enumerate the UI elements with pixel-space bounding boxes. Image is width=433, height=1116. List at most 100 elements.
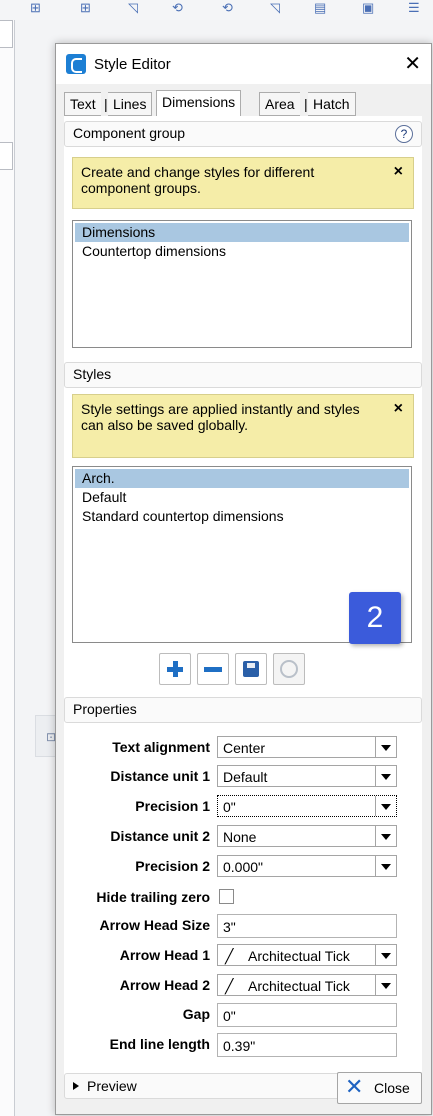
tab-lines[interactable]: Lines (108, 92, 153, 116)
field-value: 0.39" (223, 1038, 256, 1054)
info-text: Style settings are applied instantly and… (81, 401, 360, 433)
field-label: Gap (182, 1006, 210, 1022)
gap-input[interactable]: 0" (217, 1003, 397, 1027)
precision-2-row: Precision 2 0.000" (64, 855, 422, 879)
list-item[interactable]: Default (75, 488, 409, 507)
field-value: 0" (223, 799, 236, 815)
field-label: Distance unit 2 (110, 828, 210, 844)
toolbar-icon: ⊞ (80, 0, 91, 15)
remove-style-button[interactable] (197, 653, 229, 685)
field-value: Center (223, 740, 266, 756)
precision-2-select[interactable]: 0.000" (217, 855, 397, 877)
chevron-down-icon[interactable] (375, 945, 396, 965)
remove-icon (204, 667, 222, 672)
list-item[interactable]: Countertop dimensions (75, 242, 409, 261)
styles-info: Style settings are applied instantly and… (72, 394, 414, 458)
chevron-down-icon[interactable] (375, 766, 396, 786)
field-label: Arrow Head Size (99, 917, 210, 933)
dismiss-info-icon[interactable]: × (394, 164, 403, 180)
style-editor-dialog: Style Editor ✕ Text | Lines Dimensions A… (55, 43, 432, 1115)
background-left-button (0, 142, 13, 170)
distance-unit-2-row: Distance unit 2 None (64, 825, 422, 849)
list-item[interactable]: Standard countertop dimensions (75, 507, 409, 526)
toolbar-icon: ⊞ (30, 0, 41, 15)
section-title: Component group (73, 125, 186, 141)
save-global-button[interactable] (273, 653, 305, 685)
tab-hatch[interactable]: Hatch (308, 92, 356, 116)
field-value: Default (223, 769, 268, 785)
toolbar-icon: ⟲ (222, 0, 233, 15)
toolbar-icon: ◹ (128, 0, 138, 15)
styles-header: Styles (64, 362, 422, 388)
arrow-head-1-select[interactable]: ╱ Architectual Tick (217, 944, 397, 966)
section-title: Styles (73, 366, 112, 382)
dialog-title: Style Editor (94, 56, 171, 73)
arrow-head-size-input[interactable]: 3" (217, 914, 397, 938)
toolbar-icon: ☰ (408, 0, 420, 15)
field-label: Hide trailing zero (96, 889, 210, 905)
end-line-length-row: End line length 0.39" (64, 1033, 422, 1057)
precision-1-select[interactable]: 0" (217, 795, 397, 817)
distance-unit-2-select[interactable]: None (217, 825, 397, 847)
save-style-button[interactable] (235, 653, 267, 685)
toolbar-icon: ⟲ (172, 0, 183, 15)
tab-label: Hatch (313, 96, 350, 112)
field-label: Distance unit 1 (110, 768, 210, 784)
tab-text[interactable]: Text (64, 92, 101, 116)
tab-area[interactable]: Area (259, 92, 300, 116)
arrow-head-2-select[interactable]: ╱ Architectual Tick (217, 974, 397, 996)
text-alignment-select[interactable]: Center (217, 736, 397, 758)
hide-trailing-zero-checkbox[interactable] (219, 889, 234, 904)
preview-label: Preview (87, 1078, 137, 1094)
properties-header: Properties (64, 697, 422, 723)
chevron-down-icon[interactable] (375, 975, 396, 995)
dimensions-panel: Component group ? Create and change styl… (64, 116, 422, 1099)
step-badge: 2 (349, 592, 401, 644)
arrow-head-2-row: Arrow Head 2 ╱ Architectual Tick (64, 974, 422, 998)
help-icon[interactable]: ? (395, 125, 413, 143)
style-editor-app-icon (66, 54, 86, 74)
arrow-head-1-row: Arrow Head 1 ╱ Architectual Tick (64, 944, 422, 968)
list-item[interactable]: Dimensions (75, 223, 409, 242)
arrow-head-size-row: Arrow Head Size 3" (64, 914, 422, 938)
field-value: 0" (223, 1008, 236, 1024)
component-group-list[interactable]: Dimensions Countertop dimensions (72, 220, 412, 348)
field-value: 3" (223, 919, 236, 935)
distance-unit-1-select[interactable]: Default (217, 765, 397, 787)
precision-1-row: Precision 1 0" (64, 795, 422, 819)
tab-label: Dimensions (162, 94, 236, 110)
dismiss-info-icon[interactable]: × (394, 401, 403, 417)
chevron-down-icon[interactable] (375, 796, 396, 816)
tab-dimensions[interactable]: Dimensions (156, 90, 242, 117)
end-line-length-input[interactable]: 0.39" (217, 1033, 397, 1057)
component-group-info: Create and change styles for different c… (72, 157, 414, 209)
chevron-down-icon[interactable] (375, 856, 396, 876)
close-icon[interactable]: ✕ (404, 51, 421, 76)
field-label: Arrow Head 1 (119, 947, 210, 963)
global-sync-icon (280, 660, 298, 678)
field-value: Architectual Tick (248, 978, 350, 994)
title-bar[interactable]: Style Editor ✕ (56, 44, 431, 84)
toolbar-icon: ◹ (270, 0, 280, 15)
save-icon (243, 661, 259, 677)
close-button[interactable]: ✕ Close (337, 1072, 422, 1104)
chevron-down-icon[interactable] (375, 826, 396, 846)
close-button-label: Close (374, 1080, 410, 1096)
field-label: Arrow Head 2 (119, 977, 210, 993)
text-alignment-row: Text alignment Center (64, 736, 422, 760)
chevron-down-icon[interactable] (375, 737, 396, 757)
hide-trailing-zero-row: Hide trailing zero (64, 886, 422, 910)
field-value: Architectual Tick (248, 948, 350, 964)
toolbar-icon: ▣ (362, 0, 375, 15)
tab-label: Text (70, 96, 96, 112)
close-icon: ✕ (345, 1074, 364, 1099)
expand-triangle-icon (73, 1082, 79, 1090)
add-style-button[interactable] (159, 653, 191, 685)
list-item[interactable]: Arch. (75, 469, 409, 488)
section-title: Properties (73, 701, 137, 717)
background-toolbar: ⊞ ⊞ ◹ ⟲ ⟲ ◹ ▤ ▣ ☰ (0, 0, 433, 21)
toolbar-icon: ▤ (314, 0, 327, 15)
field-label: Text alignment (112, 739, 210, 755)
tick-icon: ╱ (225, 978, 234, 994)
distance-unit-1-row: Distance unit 1 Default (64, 765, 422, 789)
